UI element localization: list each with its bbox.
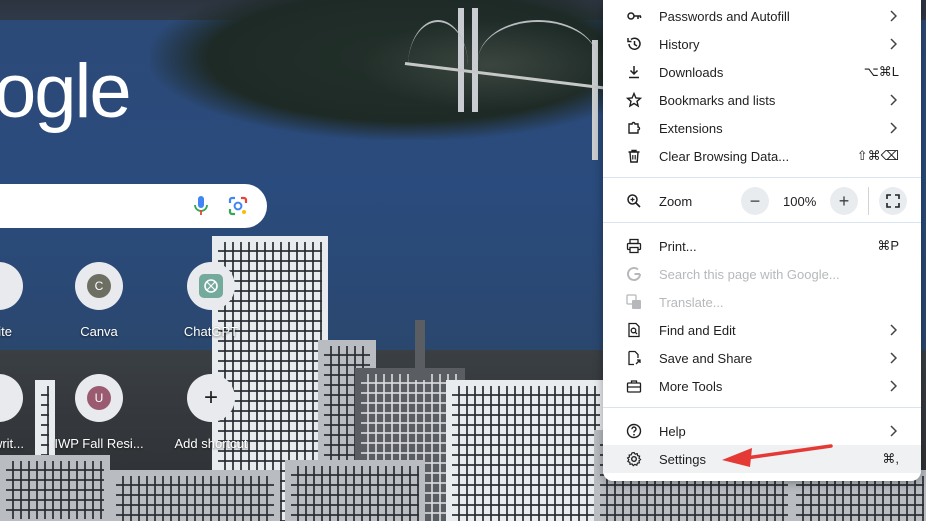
- menu-item-label: History: [659, 36, 700, 52]
- menu-item-label: Downloads: [659, 64, 724, 80]
- menu-item-translate[interactable]: Translate...: [603, 288, 921, 316]
- keyboard-shortcut: ⌘,: [882, 451, 899, 466]
- shortcut-label: Add shortcut: [174, 436, 248, 451]
- iwp-avatar: U: [87, 386, 111, 410]
- menu-item-label: Help: [659, 423, 686, 439]
- menu-divider: [603, 177, 921, 178]
- menu-item-bookmarks[interactable]: Bookmarks and lists: [603, 86, 921, 114]
- menu-item-label: Translate...: [659, 294, 724, 310]
- save-share-icon: [628, 350, 641, 366]
- printer-icon: [626, 238, 642, 254]
- extension-icon: [628, 121, 641, 134]
- find-icon: [628, 322, 640, 338]
- menu-item-passwords[interactable]: Passwords and Autofill: [603, 2, 921, 30]
- keyboard-shortcut: ⌥⌘L: [863, 64, 899, 79]
- shortcut-label: ChatGPT: [183, 324, 239, 339]
- translate-icon: [626, 294, 641, 309]
- menu-item-label: Search this page with Google...: [659, 266, 840, 282]
- menu-item-save-share[interactable]: Save and Share: [603, 344, 921, 372]
- menu-item-more-tools[interactable]: More Tools: [603, 372, 921, 400]
- chevron-right-icon: [890, 38, 897, 50]
- shortcut-label: IWP Fall Resi...: [54, 436, 144, 451]
- bridge-cable: [408, 20, 468, 112]
- chevron-right-icon: [890, 425, 897, 437]
- building: [0, 455, 110, 521]
- canva-avatar: C: [87, 274, 111, 298]
- google-logo: ogle: [0, 49, 132, 134]
- shortcut-canva[interactable]: C Canva: [44, 262, 154, 339]
- download-icon: [629, 66, 639, 79]
- toolbox-icon: [626, 380, 642, 393]
- plus-icon: +: [203, 384, 218, 411]
- trash-icon: [628, 149, 640, 163]
- keyboard-shortcut: ⇧⌘⌫: [856, 148, 899, 163]
- chevron-right-icon: [890, 10, 897, 22]
- menu-item-label: Clear Browsing Data...: [659, 148, 790, 164]
- menu-item-clear-browsing-data[interactable]: Clear Browsing Data... ⇧⌘⌫: [603, 142, 921, 170]
- menu-item-label: More Tools: [659, 378, 723, 394]
- zoom-value: 100%: [783, 194, 817, 209]
- chrome-main-menu: Passwords and Autofill History Downloads…: [603, 0, 921, 481]
- menu-item-print[interactable]: Print... ⌘P: [603, 232, 921, 260]
- menu-item-history[interactable]: History: [603, 30, 921, 58]
- zoom-icon: [627, 194, 641, 208]
- chevron-right-icon: [890, 324, 897, 336]
- building: [285, 460, 425, 521]
- zoom-label: Zoom: [659, 193, 693, 209]
- building: [415, 320, 425, 380]
- shortcut-tile: [0, 262, 23, 310]
- chevron-right-icon: [890, 352, 897, 364]
- google-lens-icon[interactable]: [227, 195, 249, 217]
- shortcut-tile: [0, 374, 23, 422]
- shortcut-label: Canva: [80, 324, 118, 339]
- menu-divider: [603, 407, 921, 408]
- gear-icon: [626, 451, 642, 467]
- bridge-cable: [478, 20, 598, 102]
- menu-item-downloads[interactable]: Downloads ⌥⌘L: [603, 58, 921, 86]
- fullscreen-icon: [886, 194, 900, 208]
- zoom-out-button[interactable]: −: [741, 187, 769, 215]
- annotation-arrow: [722, 444, 833, 467]
- menu-item-label: Extensions: [659, 120, 723, 136]
- help-icon: [626, 423, 642, 439]
- menu-item-label: Settings: [659, 451, 706, 467]
- keyboard-shortcut: ⌘P: [877, 238, 899, 253]
- menu-item-label: Print...: [659, 238, 697, 254]
- add-shortcut-tile: +: [187, 374, 235, 422]
- chevron-right-icon: [890, 94, 897, 106]
- chevron-right-icon: [890, 380, 897, 392]
- menu-divider: [603, 222, 921, 223]
- zoom-separator: [868, 187, 869, 215]
- menu-item-label: Passwords and Autofill: [659, 8, 790, 24]
- shortcut-tile: C: [75, 262, 123, 310]
- add-shortcut[interactable]: + Add shortcut: [156, 374, 266, 451]
- menu-item-label: Save and Share: [659, 350, 753, 366]
- chatgpt-icon: [199, 274, 223, 298]
- menu-item-search-page[interactable]: Search this page with Google...: [603, 260, 921, 288]
- chevron-right-icon: [890, 122, 897, 134]
- shortcut-tile: U: [75, 374, 123, 422]
- shortcut-tile: [187, 262, 235, 310]
- google-g-icon: [627, 266, 641, 281]
- history-icon: [627, 37, 641, 50]
- star-icon: [626, 92, 642, 108]
- menu-item-label: Find and Edit: [659, 322, 736, 338]
- menu-item-find-edit[interactable]: Find and Edit: [603, 316, 921, 344]
- menu-item-label: Bookmarks and lists: [659, 92, 776, 108]
- microphone-icon[interactable]: [192, 194, 210, 218]
- building: [110, 470, 280, 521]
- shortcut-iwp[interactable]: U IWP Fall Resi...: [44, 374, 154, 451]
- building: [446, 380, 606, 521]
- zoom-in-button[interactable]: +: [830, 187, 858, 215]
- fullscreen-button[interactable]: [879, 187, 907, 215]
- shortcut-chatgpt[interactable]: ChatGPT: [156, 262, 266, 339]
- menu-item-extensions[interactable]: Extensions: [603, 114, 921, 142]
- key-icon: [627, 12, 642, 20]
